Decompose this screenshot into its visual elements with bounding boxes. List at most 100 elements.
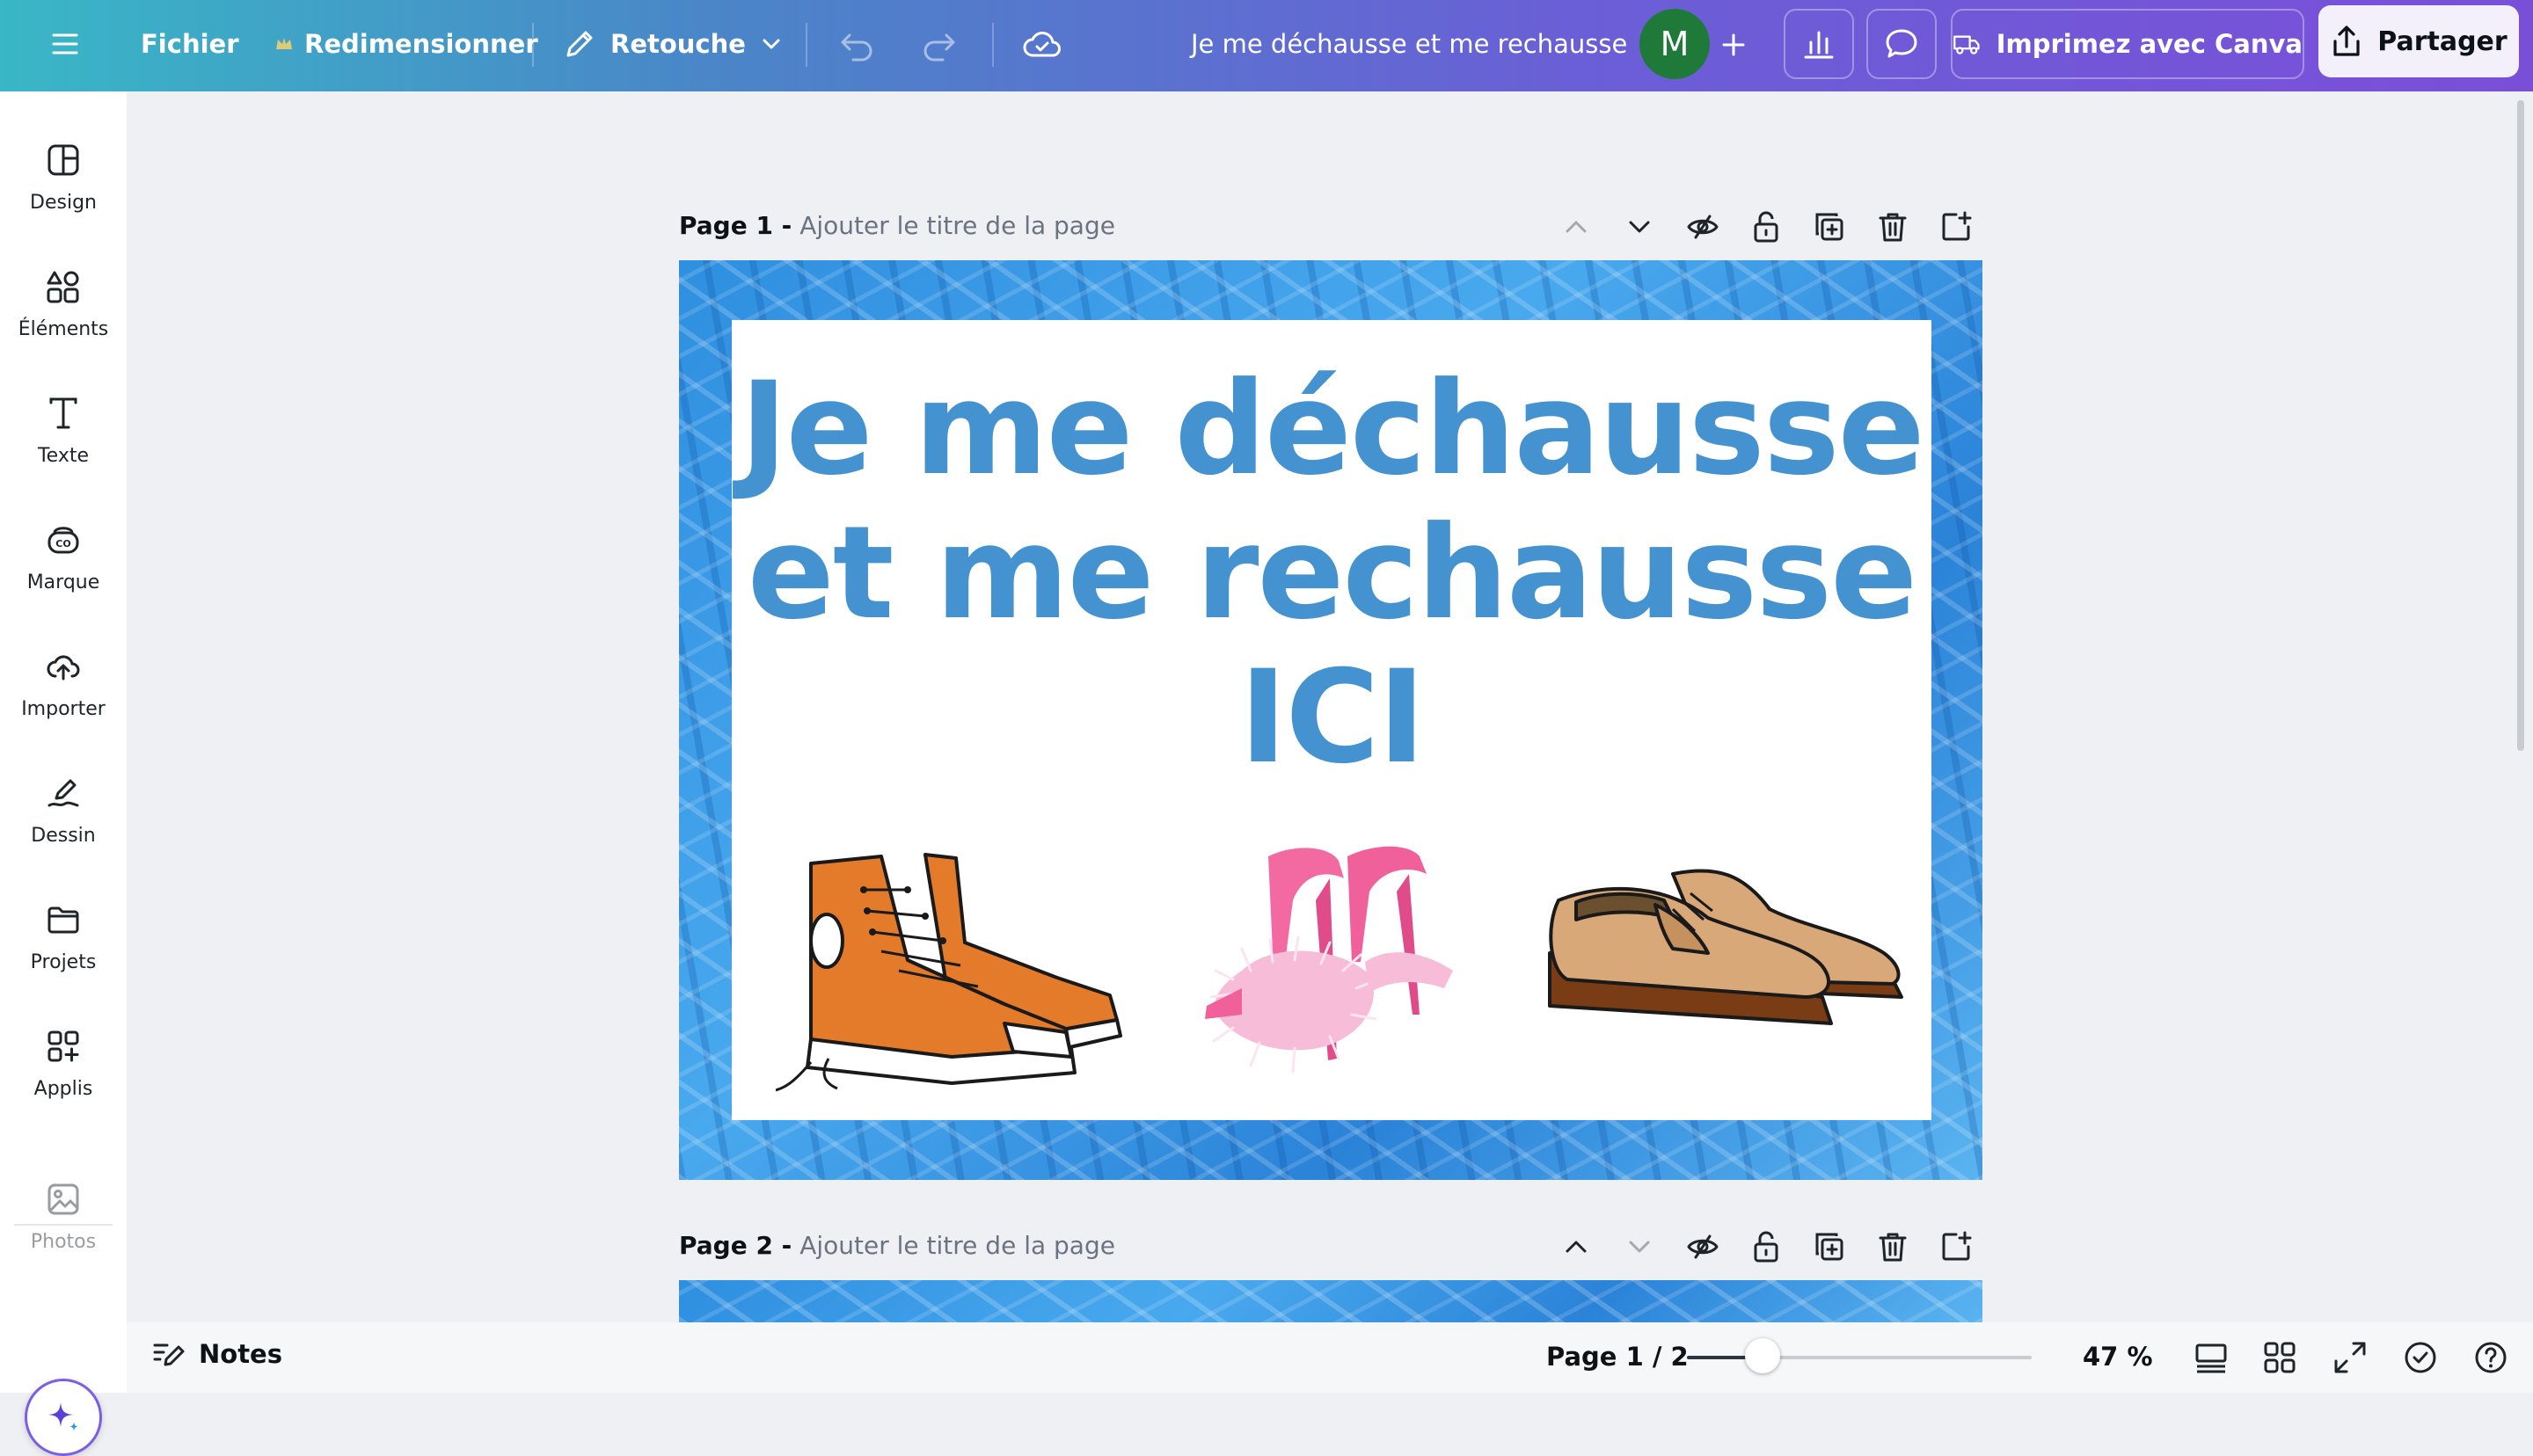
avatar[interactable]: M bbox=[1639, 9, 1710, 79]
grid-view-icon[interactable] bbox=[2262, 1340, 2297, 1375]
sparkle-icon bbox=[48, 1402, 78, 1431]
notes-button[interactable]: Notes bbox=[151, 1338, 282, 1370]
notes-pencil-icon bbox=[153, 1343, 185, 1366]
sidebar-item-text[interactable]: Texte bbox=[0, 373, 127, 487]
sidebar-item-draw[interactable]: Dessin bbox=[0, 753, 127, 867]
sidebar-item-label: Applis bbox=[33, 1078, 93, 1100]
sidebar-item-photos[interactable]: Photos bbox=[0, 1159, 127, 1273]
hide-page-icon[interactable] bbox=[1685, 1229, 1720, 1264]
page-1-label: Page 1 - bbox=[679, 211, 792, 240]
folder-icon bbox=[47, 906, 79, 934]
design-page-2[interactable] bbox=[679, 1280, 1982, 1322]
add-page-icon[interactable] bbox=[1938, 1229, 1974, 1264]
pencil-icon bbox=[566, 31, 593, 57]
comment-icon bbox=[1886, 29, 1917, 58]
image-icon bbox=[47, 1183, 79, 1215]
svg-text:CO: CO bbox=[55, 538, 70, 550]
share-upload-icon bbox=[2333, 25, 2360, 56]
page-indicator[interactable]: Page 1 / 2 bbox=[1546, 1342, 1689, 1372]
hide-page-icon[interactable] bbox=[1685, 209, 1720, 244]
edit-menu-button[interactable]: Retouche bbox=[563, 23, 783, 65]
page-view-icon[interactable] bbox=[2194, 1340, 2229, 1375]
page-2-title-placeholder[interactable]: Ajouter le titre de la page bbox=[799, 1231, 1115, 1260]
page-2-toolbar bbox=[1558, 1224, 1972, 1270]
sidebar-item-apps[interactable]: Applis bbox=[0, 1006, 127, 1120]
resize-label: Redimensionner bbox=[304, 29, 538, 59]
print-label: Imprimez avec Canva bbox=[1996, 29, 2303, 59]
print-with-canva-button[interactable]: Imprimez avec Canva bbox=[1951, 9, 2304, 79]
sidebar-item-label: Marque bbox=[26, 571, 100, 593]
duplicate-page-icon[interactable] bbox=[1812, 209, 1847, 244]
truck-icon bbox=[1953, 35, 1980, 55]
page-1-title-placeholder[interactable]: Ajouter le titre de la page bbox=[799, 211, 1115, 240]
bottom-bar: Notes Page 1 / 2 47 % bbox=[127, 1322, 2533, 1393]
orange-sneakers-illustration[interactable] bbox=[776, 837, 1128, 1092]
apps-icon bbox=[47, 1030, 79, 1062]
help-icon[interactable] bbox=[2473, 1340, 2508, 1375]
sidebar-item-brand[interactable]: CO Marque bbox=[0, 499, 127, 614]
bar-chart-icon bbox=[1804, 31, 1834, 59]
sidebar-item-design[interactable]: Design bbox=[0, 120, 127, 234]
check-circle-icon[interactable] bbox=[2403, 1340, 2438, 1375]
hamburger-menu-icon[interactable] bbox=[44, 23, 86, 65]
shapes-icon bbox=[47, 271, 79, 303]
text-icon bbox=[49, 397, 77, 429]
insights-button[interactable] bbox=[1784, 9, 1854, 79]
redo-icon[interactable] bbox=[920, 26, 959, 65]
brown-derby-shoes-illustration[interactable] bbox=[1541, 848, 1910, 1076]
top-bar: Fichier Redimensionner Retouche Je me dé… bbox=[0, 0, 2533, 91]
cloud-saved-icon[interactable] bbox=[1020, 23, 1064, 67]
document-title[interactable]: Je me déchausse et me rechausse bbox=[1191, 23, 1627, 65]
duplicate-page-icon[interactable] bbox=[1812, 1229, 1847, 1264]
zoom-slider-handle[interactable] bbox=[1745, 1338, 1781, 1373]
vertical-scrollbar[interactable] bbox=[2517, 100, 2524, 751]
page-1-toolbar bbox=[1558, 204, 1972, 250]
zoom-slider[interactable] bbox=[1687, 1356, 2032, 1359]
left-sidebar: Design Éléments Texte CO Marque Importer… bbox=[0, 91, 127, 1456]
chevron-down-icon bbox=[763, 39, 780, 49]
fullscreen-icon[interactable] bbox=[2332, 1340, 2368, 1375]
design-white-panel[interactable]: Je me déchausse et me rechausse ICI bbox=[732, 320, 1931, 1120]
add-page-icon[interactable] bbox=[1938, 209, 1974, 244]
resize-button[interactable]: Redimensionner bbox=[274, 23, 538, 65]
comments-button[interactable] bbox=[1866, 9, 1937, 79]
lock-page-icon[interactable] bbox=[1748, 1229, 1784, 1264]
draw-icon bbox=[47, 779, 79, 807]
brand-icon: CO bbox=[47, 527, 79, 554]
file-menu-button[interactable]: Fichier bbox=[141, 23, 239, 65]
sidebar-item-upload[interactable]: Importer bbox=[0, 626, 127, 740]
sidebar-item-projects[interactable]: Projets bbox=[0, 879, 127, 994]
zoom-level[interactable]: 47 % bbox=[2083, 1342, 2153, 1372]
sidebar-item-label: Texte bbox=[37, 445, 90, 467]
sidebar-item-label: Design bbox=[30, 192, 97, 214]
undo-icon[interactable] bbox=[837, 26, 876, 65]
delete-page-icon[interactable] bbox=[1875, 209, 1910, 244]
crown-icon bbox=[276, 38, 292, 49]
share-label: Partager bbox=[2377, 25, 2507, 57]
sidebar-item-label: Éléments bbox=[18, 318, 109, 340]
page-2-header[interactable]: Page 2 - Ajouter le titre de la page bbox=[679, 1231, 1115, 1260]
notes-label: Notes bbox=[199, 1339, 282, 1369]
pink-fluffy-heels-illustration[interactable] bbox=[1189, 839, 1506, 1094]
lock-page-icon[interactable] bbox=[1748, 209, 1784, 244]
move-page-down-icon[interactable] bbox=[1622, 1229, 1657, 1264]
move-page-down-icon[interactable] bbox=[1622, 209, 1657, 244]
upload-cloud-icon bbox=[47, 655, 80, 681]
page-1-header[interactable]: Page 1 - Ajouter le titre de la page bbox=[679, 211, 1115, 240]
design-headline[interactable]: Je me déchausse et me rechausse ICI bbox=[732, 357, 1931, 790]
move-page-up-icon[interactable] bbox=[1558, 1229, 1594, 1264]
edit-label: Retouche bbox=[610, 29, 746, 59]
sidebar-item-label: Importer bbox=[21, 698, 106, 720]
sidebar-item-elements[interactable]: Éléments bbox=[0, 246, 127, 360]
delete-page-icon[interactable] bbox=[1875, 1229, 1910, 1264]
sidebar-item-label: Photos bbox=[30, 1231, 97, 1253]
sidebar-item-label: Projets bbox=[30, 951, 97, 973]
design-page-1[interactable]: Je me déchausse et me rechausse ICI bbox=[679, 260, 1982, 1180]
move-page-up-icon[interactable] bbox=[1558, 209, 1594, 244]
add-collaborator-icon[interactable] bbox=[1712, 23, 1756, 67]
magic-assistant-button[interactable] bbox=[25, 1379, 102, 1456]
page-2-label: Page 2 - bbox=[679, 1231, 792, 1260]
layout-icon bbox=[47, 144, 79, 176]
share-button[interactable]: Partager bbox=[2318, 5, 2519, 77]
sidebar-item-label: Dessin bbox=[31, 825, 96, 847]
